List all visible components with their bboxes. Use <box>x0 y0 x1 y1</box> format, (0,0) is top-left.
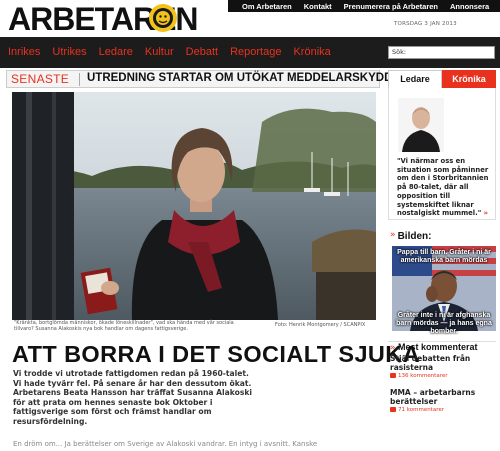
nav-reportage[interactable]: Reportage <box>230 46 281 58</box>
meme-top-text: Pappa till barn. Gråter i ni är amerikan… <box>397 249 491 264</box>
quote-text: "Vi närmar oss en situation som påminner… <box>397 157 489 218</box>
topnav-kontakt[interactable]: Kontakt <box>304 2 332 11</box>
article-lead: Vi trodde vi utrotade fattigdomen redan … <box>13 369 252 426</box>
author-avatar[interactable] <box>398 98 444 152</box>
ledare-quote[interactable]: "Vi närmar oss en situation som påminner… <box>397 157 493 218</box>
nav-inrikes[interactable]: Inrikes <box>8 46 40 58</box>
nav-ledare[interactable]: Ledare <box>99 46 133 58</box>
topnav-om-arbetaren[interactable]: Om Arbetaren <box>242 2 292 11</box>
comment-count-text: 71 kommentarer <box>398 407 444 413</box>
tab-kronika[interactable]: Krönika <box>442 70 496 88</box>
most-commented-item[interactable]: Stjäl debatten från rasisterna 136 komme… <box>390 354 498 379</box>
bilden-heading: Bilden: <box>392 231 432 242</box>
divider <box>79 73 80 86</box>
hero-photo[interactable] <box>12 92 376 320</box>
current-date: TORSDAG 3 JAN 2013 <box>394 21 457 27</box>
most-commented-item[interactable]: MMA – arbetarbarns berättelser 71 kommen… <box>390 388 498 413</box>
read-more-arrow[interactable]: » <box>484 209 488 217</box>
nav-kronika[interactable]: Krönika <box>293 46 330 58</box>
latest-news-bar: SENASTE UTREDNING STARTAR OM UTÖKAT MEDD… <box>6 70 392 88</box>
sidebar-tabs: Ledare Krönika <box>388 70 496 88</box>
nav-kultur[interactable]: Kultur <box>145 46 174 58</box>
most-commented-heading: Mest kommenterat <box>398 342 478 352</box>
nav-debatt[interactable]: Debatt <box>186 46 218 58</box>
search-input[interactable]: Sök: <box>388 46 495 59</box>
comment-count: 136 kommentarer <box>390 373 498 379</box>
photo-caption: "Kränkta, bortglömda människor, ökade lö… <box>14 320 234 332</box>
topnav-prenumerera[interactable]: Prenumerera på Arbetaren <box>344 2 438 11</box>
comment-bubble-icon <box>390 373 396 378</box>
bilden-label: Bilden: <box>397 231 432 242</box>
most-commented-title[interactable]: Stjäl debatten från rasisterna <box>390 354 498 372</box>
masthead: ARBETAREN Om Arbetaren Kontakt Prenumere… <box>0 0 500 36</box>
tab-ledare[interactable]: Ledare <box>388 70 442 88</box>
topnav-annonsera[interactable]: Annonsera <box>450 2 489 11</box>
chevron-right-icon: » <box>390 343 396 353</box>
most-commented-title[interactable]: MMA – arbetarbarns berättelser <box>390 388 498 406</box>
top-navigation: Om Arbetaren Kontakt Prenumerera på Arbe… <box>228 0 500 12</box>
photo-credit: Foto: Henrik Montgomery / SCANPIX <box>275 322 366 328</box>
lion-emblem-icon[interactable] <box>148 3 178 33</box>
meme-bottom-text: Gråter inte i ni är afghanska barn mörda… <box>396 312 492 335</box>
latest-label: SENASTE <box>11 72 70 86</box>
article-body: En dröm om... Ja berättelser om Sverige … <box>13 440 318 448</box>
article-title[interactable]: ATT BORRA I DET SOCIALT SJUKA <box>12 341 420 368</box>
comment-count: 71 kommentarer <box>390 407 498 413</box>
latest-headline-link[interactable]: UTREDNING STARTAR OM UTÖKAT MEDDELARSKYD… <box>87 72 392 84</box>
comment-count-text: 136 kommentarer <box>398 373 448 379</box>
comment-bubble-icon <box>390 407 396 412</box>
nav-utrikes[interactable]: Utrikes <box>52 46 86 58</box>
